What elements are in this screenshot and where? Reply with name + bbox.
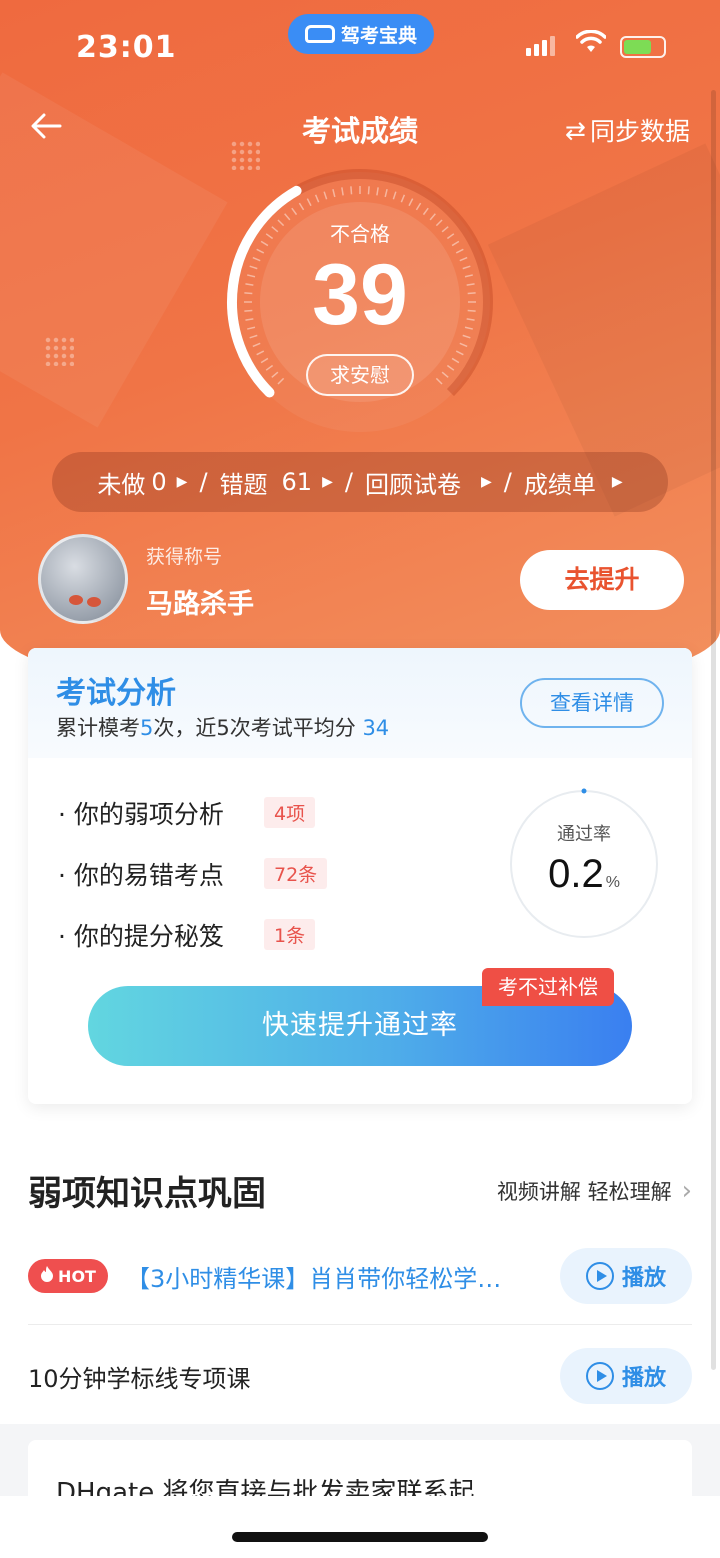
chevron-right-icon: › [681, 1176, 692, 1206]
exam-analysis-card: 考试分析 累计模考5次，近5次考试平均分 34 查看详情 · 你的弱项分析 4项… [28, 648, 692, 1104]
card-subtitle: 累计模考5次，近5次考试平均分 34 [56, 712, 389, 742]
report-label: 成绩单 [523, 470, 596, 499]
course-title: 10分钟学标线专项课 [28, 1364, 251, 1393]
car-icon [304, 25, 335, 43]
signal-icon [526, 36, 555, 56]
play-button[interactable]: 播放 [560, 1248, 692, 1304]
bottom-area [0, 1496, 720, 1558]
analysis-list: · 你的弱项分析 4项 · 你的易错考点 72条 · 你的提分秘笈 1条 [58, 782, 328, 965]
wifi-icon-svg [575, 29, 607, 52]
sync-icon: ⇄ [565, 115, 586, 145]
section-more-label: 视频讲解 轻松理解 [496, 1180, 672, 1204]
play-icon [585, 1362, 614, 1390]
sub-mid: 次，近 [153, 716, 217, 740]
wrong-questions-link[interactable]: 错题 61 ▶ [220, 465, 333, 500]
card-header: 考试分析 累计模考5次，近5次考试平均分 34 查看详情 [28, 648, 692, 758]
pass-rate-label: 通过率 [557, 824, 611, 845]
recent-count: 5 [216, 716, 230, 740]
average-score: 34 [362, 716, 390, 740]
flame-icon [40, 1266, 54, 1286]
separator: / [344, 468, 353, 496]
triangle-right-icon: ▶ [176, 474, 188, 490]
mock-count: 5 [140, 716, 154, 740]
score-gauge: 不合格 39 求安慰 [220, 162, 500, 442]
stats-bar: 未做 0 ▶ / 错题 61 ▶ / 回顾试卷 ▶ / 成绩单 ▶ [52, 452, 668, 512]
sync-data-button[interactable]: ⇄ 同步数据 [565, 112, 690, 148]
compensation-badge: 考不过补偿 [482, 968, 614, 1006]
undone-count: 0 [151, 468, 167, 496]
error-points-row[interactable]: · 你的易错考点 72条 [58, 843, 328, 904]
app-badge[interactable]: 驾考宝典 [288, 14, 434, 54]
sub-prefix: 累计模考 [56, 716, 140, 740]
section-more-link[interactable]: 视频讲解 轻松理解 › [497, 1176, 692, 1206]
separator: / [199, 468, 208, 496]
triangle-right-icon: ▶ [322, 474, 333, 490]
weak-items-row[interactable]: · 你的弱项分析 4项 [58, 782, 327, 843]
pass-rate-unit: % [605, 874, 620, 891]
course-row[interactable]: 10分钟学标线专项课 播放 [28, 1348, 692, 1404]
home-indicator[interactable] [232, 1532, 488, 1542]
comfort-button[interactable]: 求安慰 [306, 354, 414, 396]
wrong-count: 61 [281, 468, 313, 496]
row-label: · 你的弱项分析 [58, 799, 224, 829]
card-title: 考试分析 [56, 676, 176, 711]
triangle-right-icon: ▶ [611, 474, 623, 490]
result-status: 不合格 [330, 222, 390, 246]
avatar[interactable] [38, 534, 128, 624]
gauge-center: 不合格 39 求安慰 [220, 162, 500, 442]
play-button[interactable]: 播放 [560, 1348, 692, 1404]
honor-caption: 获得称号 [146, 546, 223, 568]
row-label: · 你的提分秘笈 [58, 921, 224, 951]
report-card-link[interactable]: 成绩单 ▶ [524, 465, 623, 500]
section-title: 弱项知识点巩固 [28, 1174, 266, 1214]
honor-title: 马路杀手 [146, 589, 254, 620]
review-label: 回顾试卷 [364, 470, 461, 499]
improve-button[interactable]: 去提升 [520, 550, 684, 610]
course-row[interactable]: HOT 【3小时精华课】肖肖带你轻松学… 播放 [28, 1248, 692, 1304]
row-tag: 72条 [264, 858, 328, 889]
play-label: 播放 [621, 1266, 666, 1291]
pass-rate-value: 0.2% [508, 852, 660, 897]
triangle-right-icon: ▶ [480, 474, 492, 490]
status-bar: 23:01 驾考宝典 [0, 0, 720, 96]
app-name: 驾考宝典 [340, 24, 417, 47]
row-tag: 4项 [264, 797, 316, 828]
scrollbar[interactable] [711, 90, 716, 1370]
hot-badge: HOT [28, 1259, 108, 1293]
wrong-label: 错题 [219, 470, 268, 499]
dots-decoration [44, 336, 74, 366]
undone-label: 未做 [97, 470, 146, 499]
wifi-icon [575, 29, 607, 61]
tips-row[interactable]: · 你的提分秘笈 1条 [58, 904, 327, 965]
pass-rate-number: 0.2 [548, 852, 604, 896]
play-label: 播放 [621, 1366, 666, 1391]
row-tag: 1条 [264, 919, 316, 950]
sub-suffix: 次考试平均分 [229, 716, 356, 740]
battery-icon [620, 36, 666, 58]
review-paper-link[interactable]: 回顾试卷 ▶ [365, 465, 492, 500]
undone-link[interactable]: 未做 0 ▶ [97, 465, 187, 500]
status-time: 23:01 [76, 30, 177, 65]
row-label: · 你的易错考点 [58, 860, 224, 890]
divider [28, 1324, 692, 1325]
hot-label: HOT [58, 1266, 96, 1286]
view-details-button[interactable]: 查看详情 [520, 678, 664, 728]
ad-card[interactable]: DHgate 将您直接与批发卖家联系起 [28, 1440, 692, 1500]
sync-label: 同步数据 [589, 117, 690, 146]
play-icon [585, 1262, 614, 1290]
course-title: 【3小时精华课】肖肖带你轻松学… [126, 1264, 502, 1293]
exam-score: 39 [312, 247, 408, 343]
separator: / [503, 468, 512, 496]
